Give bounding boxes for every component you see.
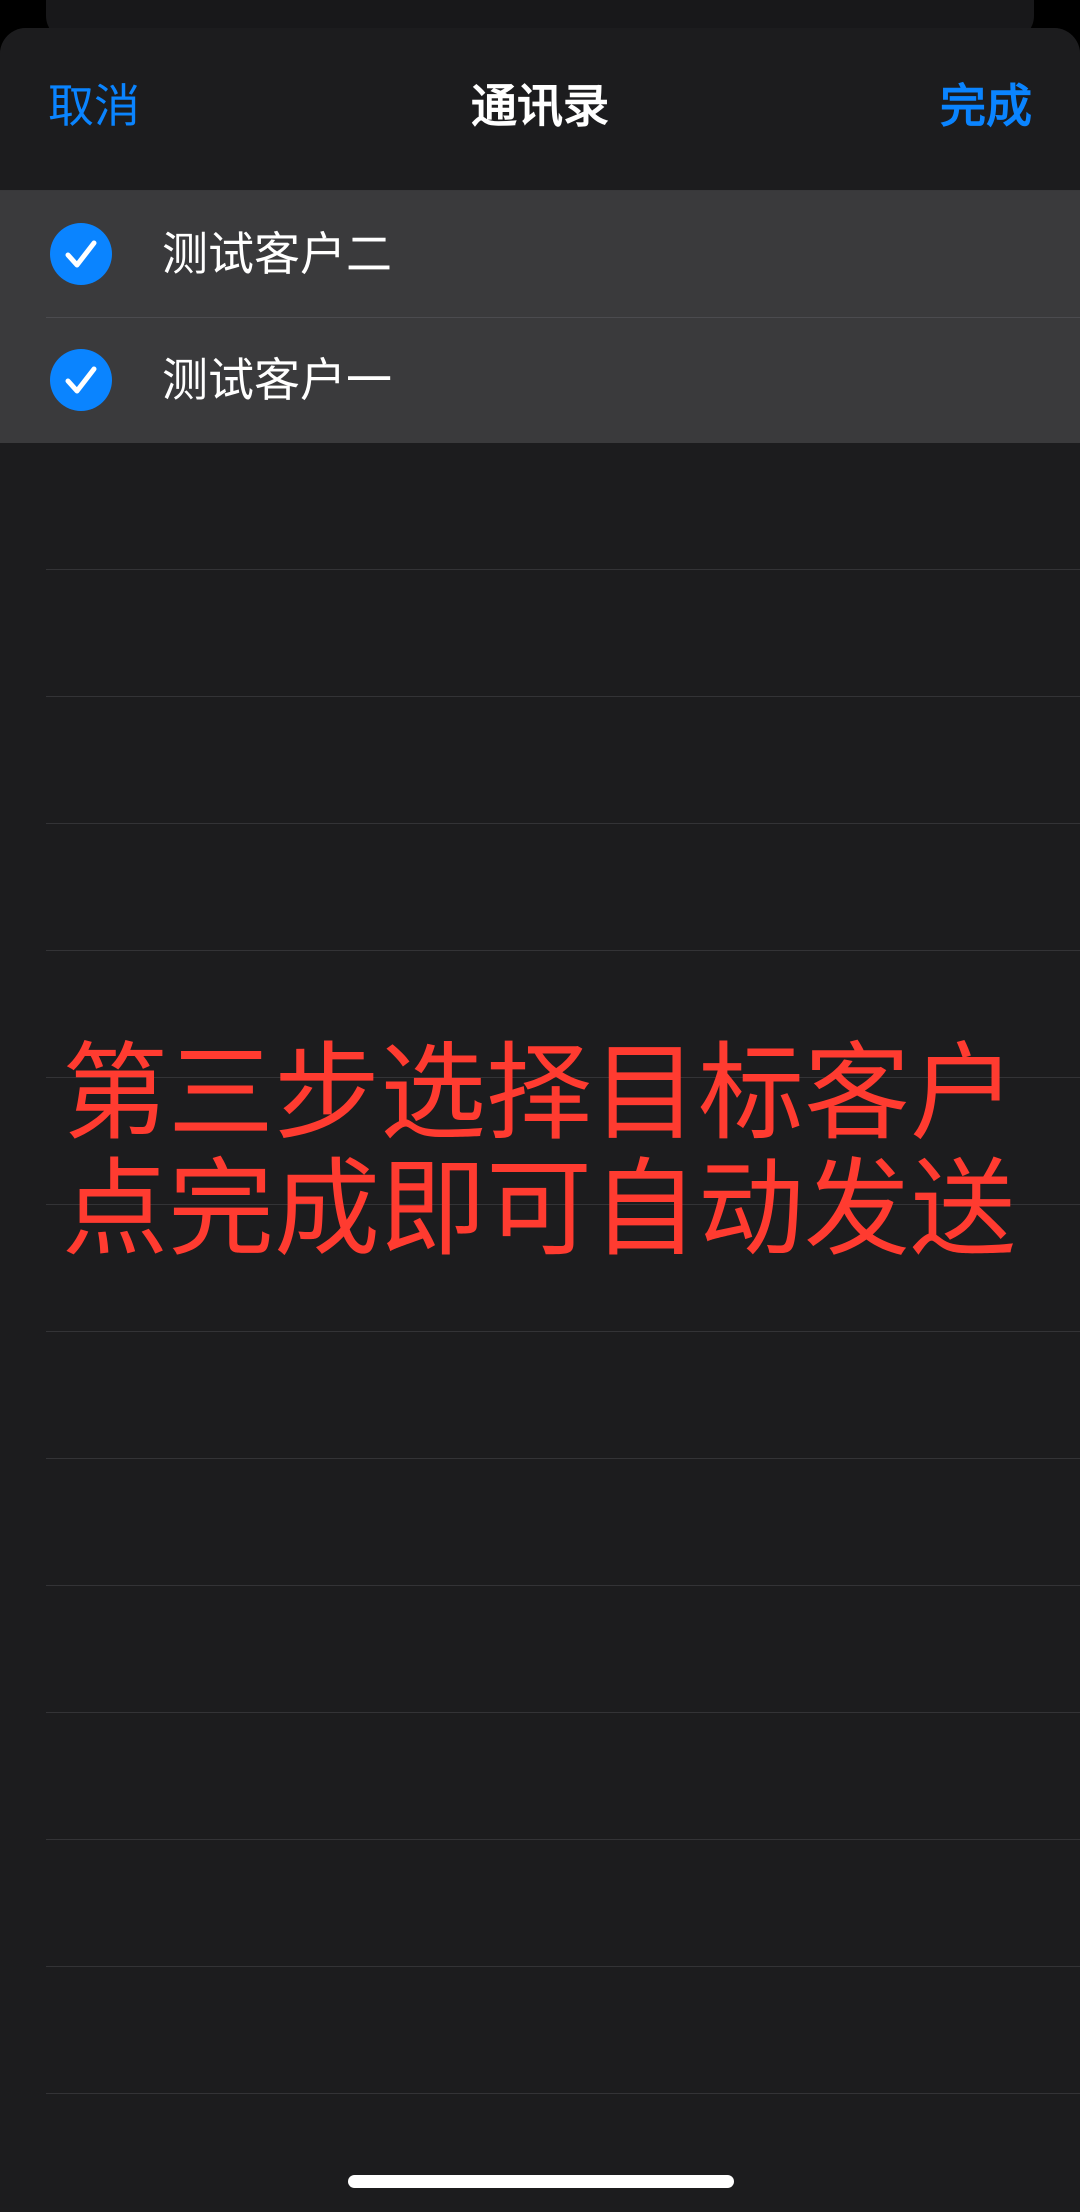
contact-row-1[interactable]: 测试客户一 (0, 317, 1080, 443)
empty-row (0, 1205, 1080, 1332)
checkmark-circle-icon (50, 223, 112, 285)
contacts-picker-sheet: 取消 通讯录 完成 测试客户二 测试客户一 (0, 28, 1080, 2212)
empty-row (0, 1586, 1080, 1713)
home-indicator[interactable] (348, 2175, 734, 2188)
cancel-button[interactable]: 取消 (48, 74, 140, 138)
contact-row-2[interactable]: 测试客户二 (0, 191, 1080, 317)
empty-row (0, 1840, 1080, 1967)
empty-row (0, 570, 1080, 697)
empty-row (0, 1459, 1080, 1586)
done-button[interactable]: 完成 (940, 74, 1032, 138)
empty-row (0, 443, 1080, 570)
empty-row (0, 951, 1080, 1078)
checkmark-circle-icon (50, 349, 112, 411)
contact-name: 测试客户一 (162, 353, 392, 407)
empty-row (0, 697, 1080, 824)
navigation-bar: 取消 通讯录 完成 (0, 28, 1080, 191)
page-title: 通讯录 (471, 79, 609, 133)
empty-row (0, 1078, 1080, 1205)
contact-list: 测试客户二 测试客户一 (0, 191, 1080, 2094)
empty-row (0, 1967, 1080, 2094)
empty-row (0, 824, 1080, 951)
contact-name: 测试客户二 (162, 227, 392, 281)
empty-row (0, 1713, 1080, 1840)
empty-row (0, 1332, 1080, 1459)
screen: 取消 通讯录 完成 测试客户二 测试客户一 第三步选择目标客户 点完成即可自动发… (0, 0, 1080, 2212)
